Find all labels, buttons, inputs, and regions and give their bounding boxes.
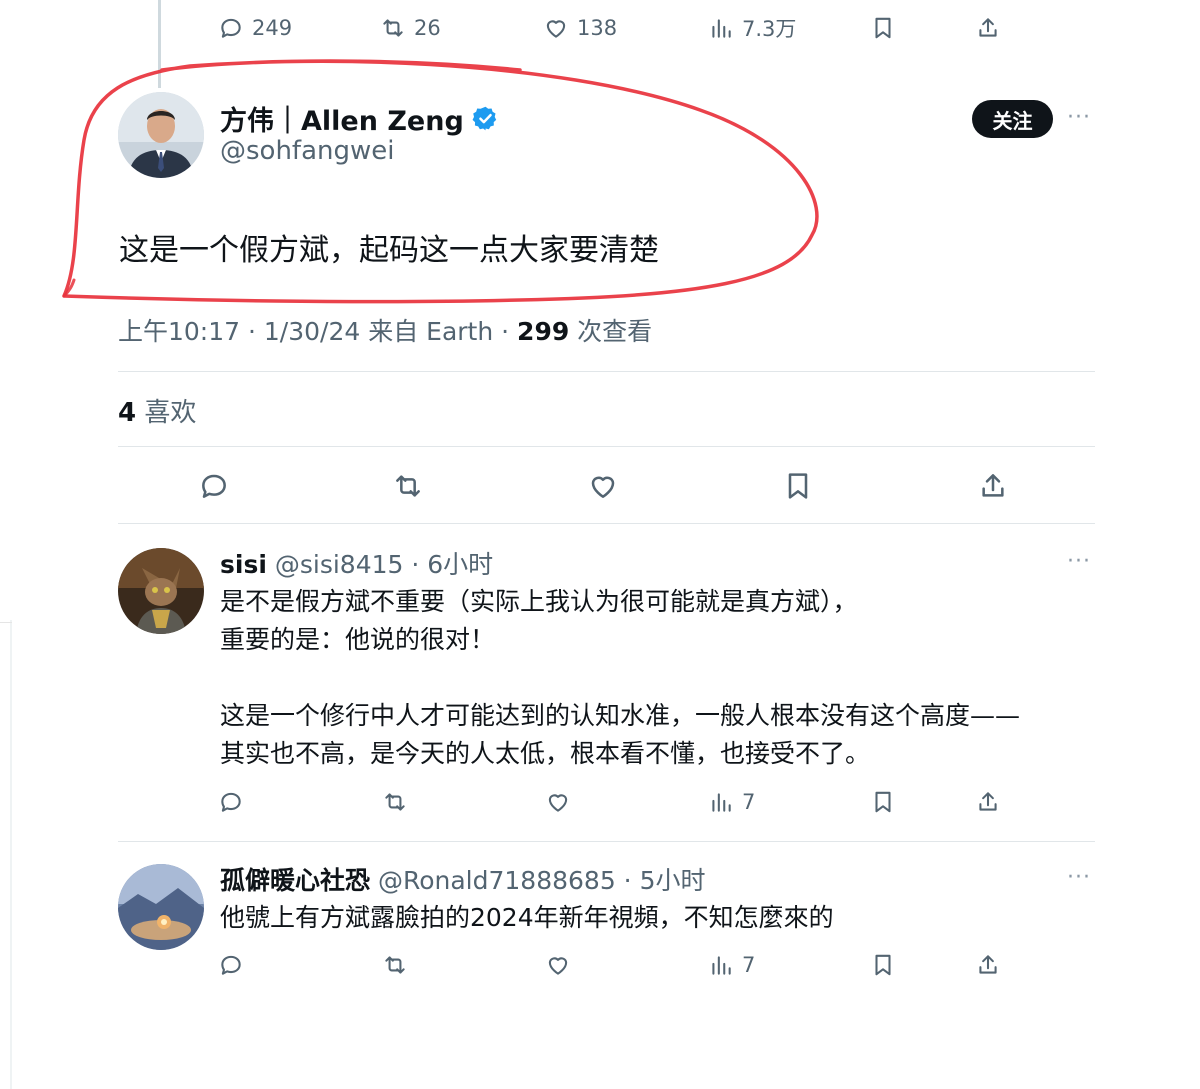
- likes-label: 喜欢: [136, 398, 197, 428]
- share-button[interactable]: [977, 466, 1009, 506]
- share-icon: [982, 474, 1004, 497]
- reply-header: 孤僻暖心社恐 @Ronald71888685 · 5小时: [220, 861, 705, 897]
- heart-icon: [548, 957, 568, 975]
- follow-button[interactable]: 关注: [972, 100, 1053, 138]
- analytics-icon: [712, 19, 731, 38]
- retweet-icon: [385, 793, 405, 811]
- reply-actions: 7: [0, 782, 1200, 822]
- main-tweet-text: 这是一个假方斌，起码这一点大家要清楚: [119, 233, 659, 268]
- share-icon: [979, 18, 997, 37]
- main-author-name[interactable]: 方伟｜Allen Zeng: [220, 99, 499, 138]
- divider: [118, 523, 1095, 524]
- share-button[interactable]: [975, 945, 1001, 985]
- share-icon: [979, 792, 997, 811]
- views-label: 次查看: [569, 317, 653, 346]
- more-options-icon[interactable]: ···: [1067, 105, 1091, 130]
- share-button[interactable]: [975, 8, 1001, 48]
- tweet-timestamp[interactable]: 上午10:17 · 1/30/24 来自 Earth ·: [118, 317, 517, 346]
- main-author-handle[interactable]: @sohfangwei: [220, 136, 394, 166]
- views-button[interactable]: 7: [708, 945, 755, 985]
- reply-count: 249: [252, 16, 293, 40]
- reply-icon: [221, 18, 241, 38]
- more-options-icon[interactable]: ···: [1067, 549, 1091, 574]
- view-count: 7.3万: [742, 17, 797, 41]
- bookmark-icon: [875, 791, 891, 813]
- bookmark-icon: [875, 954, 891, 976]
- reply-button[interactable]: [218, 782, 244, 822]
- like-button[interactable]: [587, 466, 619, 506]
- analytics-icon: [712, 793, 731, 812]
- reply-button[interactable]: 249: [218, 8, 292, 48]
- author-display-name: 方伟｜Allen Zeng: [220, 106, 464, 137]
- reply-author-name[interactable]: sisi: [220, 550, 267, 579]
- likes-summary[interactable]: 4 喜欢: [118, 392, 196, 429]
- reply-button[interactable]: [218, 945, 244, 985]
- bookmark-button[interactable]: [870, 782, 896, 822]
- views-button[interactable]: 7.3万: [708, 8, 796, 48]
- main-author-avatar[interactable]: [118, 92, 204, 178]
- share-icon: [979, 955, 997, 974]
- reply-author-avatar[interactable]: [118, 864, 204, 950]
- heart-icon: [591, 476, 615, 498]
- reply-author-handle[interactable]: @sisi8415 · 6小时: [267, 550, 493, 579]
- more-options-icon[interactable]: ···: [1067, 865, 1091, 890]
- like-button[interactable]: [545, 782, 571, 822]
- bookmark-button[interactable]: [782, 466, 814, 506]
- retweet-icon: [396, 475, 420, 497]
- retweet-button[interactable]: [382, 945, 408, 985]
- frame-notch: [0, 622, 12, 623]
- view-count: 7: [742, 953, 756, 977]
- view-count: 7: [742, 790, 756, 814]
- previous-tweet-actions: 249 26 138 7.3万: [0, 8, 1200, 48]
- reply-icon: [221, 955, 241, 975]
- reply-actions: 7: [0, 945, 1200, 985]
- retweet-button[interactable]: [382, 782, 408, 822]
- bookmark-button[interactable]: [870, 8, 896, 48]
- retweet-count: 26: [414, 16, 441, 40]
- tweet-metadata: 上午10:17 · 1/30/24 来自 Earth · 299 次查看: [118, 312, 652, 348]
- bookmark-button[interactable]: [870, 945, 896, 985]
- like-button[interactable]: [545, 945, 571, 985]
- views-button[interactable]: 7: [708, 782, 755, 822]
- retweet-icon: [383, 19, 403, 37]
- bookmark-icon: [788, 473, 808, 499]
- bookmark-icon: [875, 17, 891, 39]
- reply-header: sisi @sisi8415 · 6小时: [220, 545, 493, 581]
- heart-icon: [548, 794, 568, 812]
- reply-author-name[interactable]: 孤僻暖心社恐: [220, 866, 370, 895]
- reply-icon: [221, 792, 241, 812]
- retweet-button[interactable]: 26: [380, 8, 441, 48]
- like-button[interactable]: 138: [543, 8, 617, 48]
- divider: [118, 371, 1095, 372]
- reply-author-handle[interactable]: @Ronald71888685 · 5小时: [370, 866, 706, 895]
- analytics-icon: [712, 956, 731, 975]
- retweet-button[interactable]: [392, 466, 424, 506]
- retweet-icon: [385, 956, 405, 974]
- reply-author-avatar[interactable]: [118, 548, 204, 634]
- share-button[interactable]: [975, 782, 1001, 822]
- likes-count: 4: [118, 398, 137, 428]
- divider: [118, 446, 1095, 447]
- views-count: 299: [517, 317, 570, 346]
- frame-border: [10, 620, 12, 1089]
- main-tweet-actions: [0, 466, 1200, 506]
- reply-button[interactable]: [198, 466, 230, 506]
- reply-text: 是不是假方斌不重要（实际上我认为很可能就是真方斌）， 重要的是：他说的很对！ 这…: [220, 587, 1021, 768]
- like-count: 138: [577, 16, 618, 40]
- reply-icon: [202, 474, 226, 498]
- verified-badge-icon: [472, 106, 496, 131]
- reply-text: 他號上有方斌露臉拍的2024年新年視頻，不知怎麼來的: [220, 903, 834, 932]
- heart-icon: [546, 20, 566, 38]
- divider: [118, 841, 1095, 842]
